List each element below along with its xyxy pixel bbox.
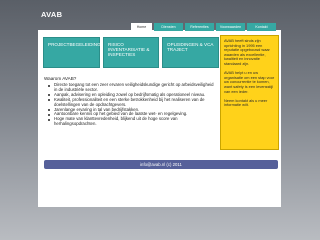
tile-label: inspecties	[108, 52, 136, 58]
tile-label: Projectbegeleiding	[48, 42, 101, 47]
sidebar-paragraph: AVAB helpt u en uw organisatie om een st…	[224, 70, 275, 94]
main-heading: Waarom AVAB?	[44, 76, 77, 81]
nav-tab-home[interactable]: Home	[131, 23, 152, 31]
tile-risico-inventarisatie[interactable]: Risico inventarisatie & inspecties	[103, 37, 159, 68]
nav-tab-kontakt[interactable]: Kontakt	[247, 23, 276, 31]
sidebar-info-box: AVAB heeft sinds zijn oprichting in 1995…	[220, 35, 279, 150]
sidebar-paragraph: Neem kontakt als u meer informatie wilt.	[224, 97, 268, 108]
nav-tab-voorwaarden[interactable]: Voorwaarden	[216, 23, 245, 31]
footer-bar: info@avab.nl (c) 2011	[44, 160, 278, 169]
list-item: Hoge mate van klanttevredenheid, blijken…	[48, 116, 218, 127]
tile-opleidingen-vca[interactable]: Opleidingen & VCA traject	[162, 37, 219, 68]
tile-projectbegeleiding[interactable]: Projectbegeleiding	[43, 37, 101, 68]
main-nav: Home Diensten Referenties Voorwaarden Ko…	[131, 23, 276, 31]
nav-tab-referenties[interactable]: Referenties	[185, 23, 214, 31]
tile-label: traject	[167, 47, 188, 53]
sidebar-paragraph: AVAB heeft sinds zijn oprichting in 1995…	[224, 38, 270, 66]
footer-contact-link[interactable]: info@avab.nl (c) 2011	[140, 162, 182, 167]
benefits-list: Directe toegang tot een zeer ervaren vei…	[48, 82, 218, 127]
nav-tab-diensten[interactable]: Diensten	[154, 23, 183, 31]
site-logo[interactable]: AVAB	[41, 10, 62, 19]
